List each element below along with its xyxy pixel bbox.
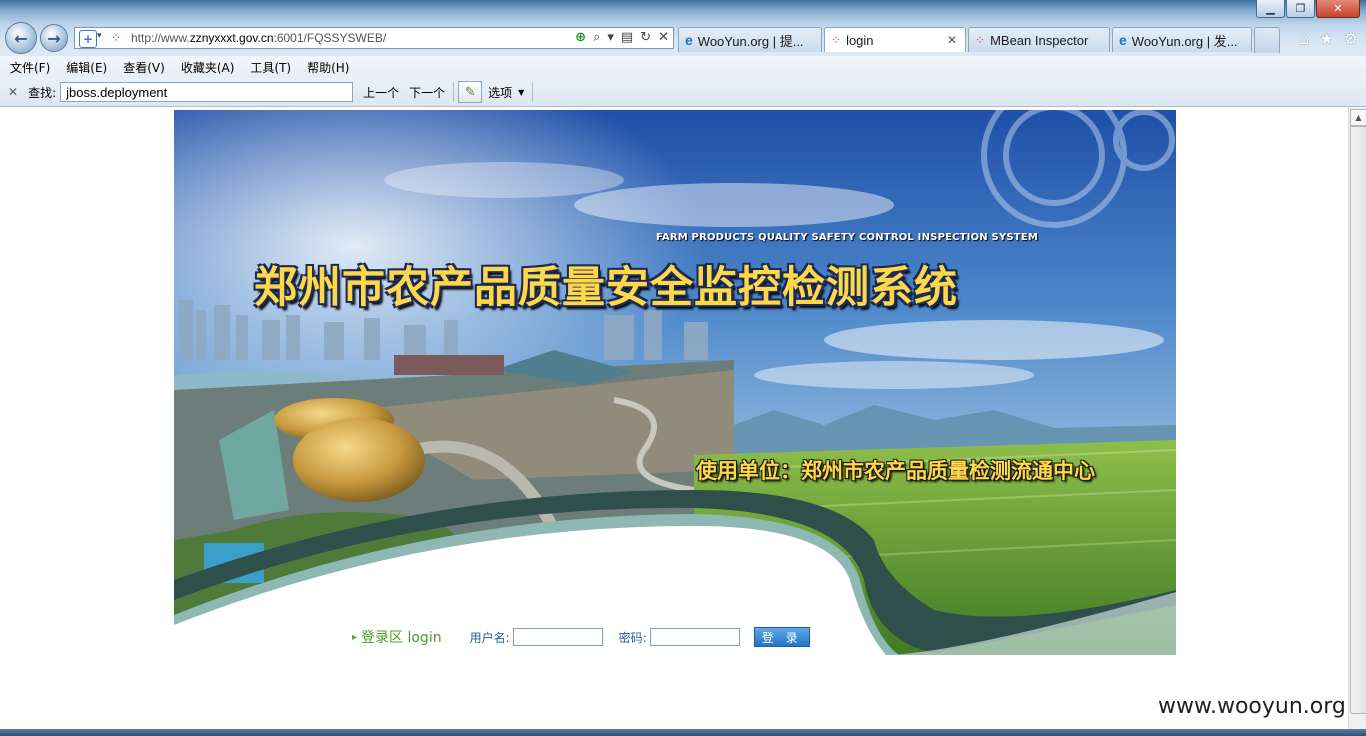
ie-icon: e bbox=[1119, 32, 1127, 48]
menu-favorites[interactable]: 收藏夹(A) bbox=[173, 59, 243, 76]
tab-label: login bbox=[846, 32, 874, 48]
search-icon[interactable]: ⌕ bbox=[593, 30, 600, 45]
loading-icon: ⁘ bbox=[111, 31, 122, 45]
banner-illustration bbox=[174, 110, 1176, 655]
tab-wooyun-2[interactable]: e WooYun.org | 发... bbox=[1112, 27, 1252, 52]
stop-icon[interactable]: ✕ bbox=[658, 30, 669, 45]
system-title: 郑州市农产品质量安全监控检测系统 bbox=[254, 263, 958, 313]
find-next-button[interactable]: 下一个 bbox=[409, 84, 445, 101]
password-label: 密码: bbox=[618, 630, 647, 645]
tab-label: WooYun.org | 发... bbox=[1131, 33, 1238, 49]
login-button[interactable]: 登 录 bbox=[753, 627, 810, 647]
scroll-thumb[interactable] bbox=[1350, 126, 1366, 714]
bullet-icon: ▸ bbox=[352, 631, 358, 643]
divider bbox=[532, 82, 534, 102]
find-options-button[interactable]: 选项 bbox=[488, 84, 512, 101]
url-prefix: http://www. bbox=[131, 31, 190, 45]
browser-titlebar: ▁ ❐ ✕ ← → + ▾ ⁘ http://www.zznyxxxt.gov.… bbox=[0, 0, 1366, 56]
menu-help[interactable]: 帮助(H) bbox=[299, 59, 357, 76]
loading-icon: ⁘ bbox=[975, 33, 986, 47]
organization-label: 使用单位：郑州市农产品质量检测流通中心 bbox=[696, 459, 1095, 483]
maximize-button[interactable]: ❐ bbox=[1286, 0, 1315, 18]
find-previous-button[interactable]: 上一个 bbox=[363, 84, 399, 101]
scroll-up-arrow-icon[interactable]: ▲ bbox=[1350, 109, 1366, 126]
username-label: 用户名: bbox=[469, 630, 510, 645]
gear-icon[interactable]: ⚙ bbox=[1344, 29, 1358, 48]
menu-file[interactable]: 文件(F) bbox=[0, 59, 58, 76]
url-suffix: :6001/FQSSYSWEB/ bbox=[273, 31, 387, 45]
minimize-button[interactable]: ▁ bbox=[1256, 0, 1285, 18]
login-zone-label: 登录区 login bbox=[361, 630, 442, 646]
browser-icons: ⌂ ★ ⚙ bbox=[1299, 29, 1358, 48]
header-banner: FARM PRODUCTS QUALITY SAFETY CONTROL INS… bbox=[174, 110, 1176, 655]
back-arrow-icon: ← bbox=[14, 28, 28, 48]
close-window-button[interactable]: ✕ bbox=[1316, 0, 1360, 18]
tab-strip: e WooYun.org | 提... ⁘ login ✕ ⁘ MBean In… bbox=[678, 27, 1280, 53]
ie-icon: e bbox=[685, 32, 693, 48]
watermark: www.wooyun.org bbox=[1158, 694, 1346, 719]
compatibility-add-icon[interactable]: + bbox=[79, 30, 97, 48]
divider bbox=[453, 82, 455, 102]
loading-icon: ⁘ bbox=[831, 33, 842, 47]
refresh-icon[interactable]: ↻ bbox=[640, 30, 651, 45]
menu-tools[interactable]: 工具(T) bbox=[242, 59, 299, 76]
address-tools: ⊕ ⌕ ▾ ▤ ↻ ✕ bbox=[575, 30, 669, 45]
password-input[interactable] bbox=[649, 628, 740, 646]
tab-label: WooYun.org | 提... bbox=[697, 33, 804, 49]
login-form: ▸ 登录区 login 用户名: 密码: 登 录 bbox=[352, 626, 810, 648]
find-bar: ✕ 查找: 上一个 下一个 ✎ 选项 ▼ bbox=[0, 78, 1366, 107]
chevron-down-icon[interactable]: ▼ bbox=[518, 88, 524, 97]
url-host: zznyxxxt.gov.cn bbox=[189, 31, 274, 45]
tab-label: MBean Inspector bbox=[990, 32, 1089, 48]
find-input[interactable] bbox=[60, 82, 354, 102]
compat-page-icon[interactable]: ▤ bbox=[621, 30, 633, 45]
forward-arrow-icon: → bbox=[47, 28, 61, 48]
menu-edit[interactable]: 编辑(E) bbox=[58, 59, 115, 76]
tab-wooyun-1[interactable]: e WooYun.org | 提... bbox=[678, 27, 822, 52]
username-input[interactable] bbox=[512, 628, 603, 646]
close-tab-icon[interactable]: ✕ bbox=[925, 33, 957, 47]
chevron-down-icon[interactable]: ▾ bbox=[97, 31, 102, 41]
window-controls: ▁ ❐ ✕ bbox=[1255, 0, 1360, 18]
home-icon[interactable]: ⌂ bbox=[1299, 29, 1309, 48]
favorites-star-icon[interactable]: ★ bbox=[1319, 29, 1333, 48]
forward-button[interactable]: → bbox=[40, 24, 68, 52]
banner-subtitle: FARM PRODUCTS QUALITY SAFETY CONTROL INS… bbox=[656, 232, 1039, 243]
menu-bar: 文件(F) 编辑(E) 查看(V) 收藏夹(A) 工具(T) 帮助(H) bbox=[0, 56, 1366, 78]
tab-mbean-inspector[interactable]: ⁘ MBean Inspector bbox=[968, 27, 1110, 52]
vertical-scrollbar[interactable]: ▲ bbox=[1348, 107, 1366, 736]
search-dropdown-icon[interactable]: ▾ bbox=[607, 30, 614, 45]
compatibility-view-icon[interactable]: ⊕ bbox=[575, 30, 586, 45]
os-taskbar bbox=[0, 729, 1366, 736]
url-text[interactable]: http://www.zznyxxxt.gov.cn:6001/FQSSYSWE… bbox=[131, 31, 386, 45]
new-tab-button[interactable] bbox=[1254, 27, 1280, 53]
menu-view[interactable]: 查看(V) bbox=[115, 59, 173, 76]
address-bar[interactable]: + ▾ ⁘ http://www.zznyxxxt.gov.cn:6001/FQ… bbox=[74, 27, 674, 49]
close-find-icon[interactable]: ✕ bbox=[8, 85, 18, 99]
highlight-pen-icon[interactable]: ✎ bbox=[458, 81, 483, 103]
find-label: 查找: bbox=[28, 85, 57, 100]
tab-login[interactable]: ⁘ login ✕ bbox=[824, 27, 966, 52]
back-button[interactable]: ← bbox=[5, 22, 37, 54]
